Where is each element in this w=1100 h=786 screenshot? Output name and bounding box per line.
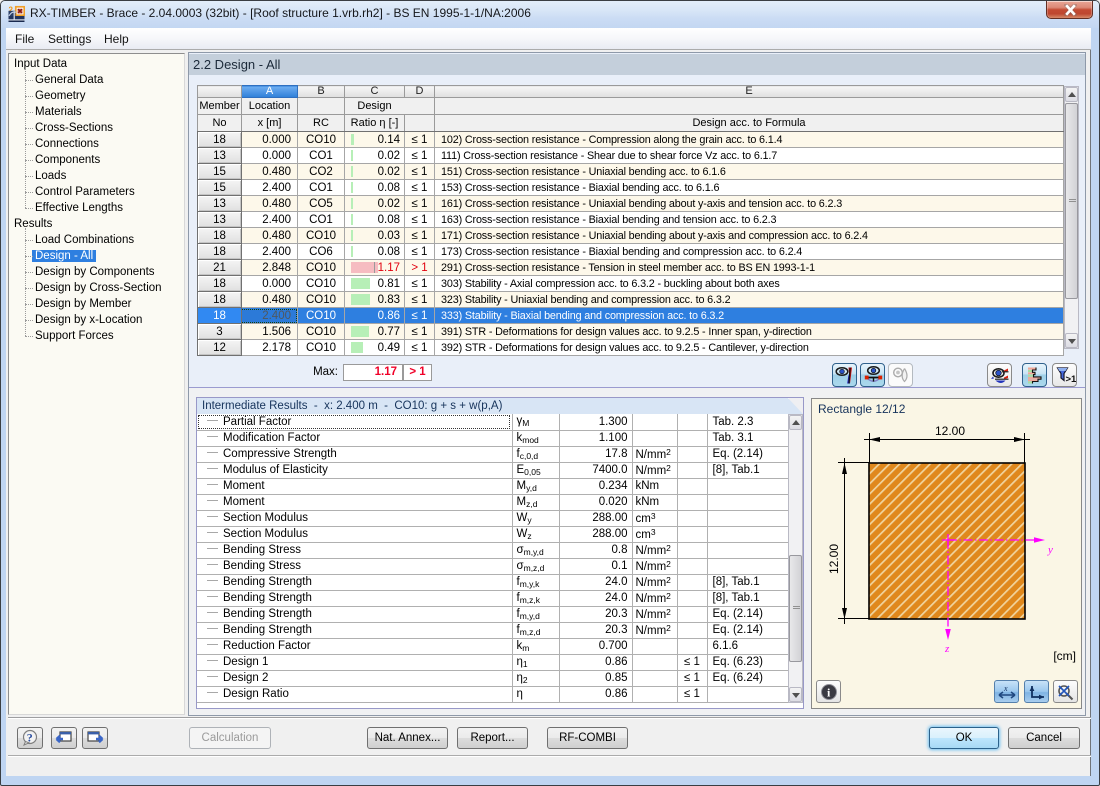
svg-text:12.00: 12.00 <box>935 424 965 438</box>
svg-text:>1: >1 <box>1066 374 1078 385</box>
svg-text:x: x <box>1003 684 1008 693</box>
svg-text:y: y <box>1047 544 1053 556</box>
svg-text:?: ? <box>27 731 33 745</box>
svg-text:z: z <box>944 643 950 655</box>
svg-text:12.00: 12.00 <box>827 544 841 574</box>
